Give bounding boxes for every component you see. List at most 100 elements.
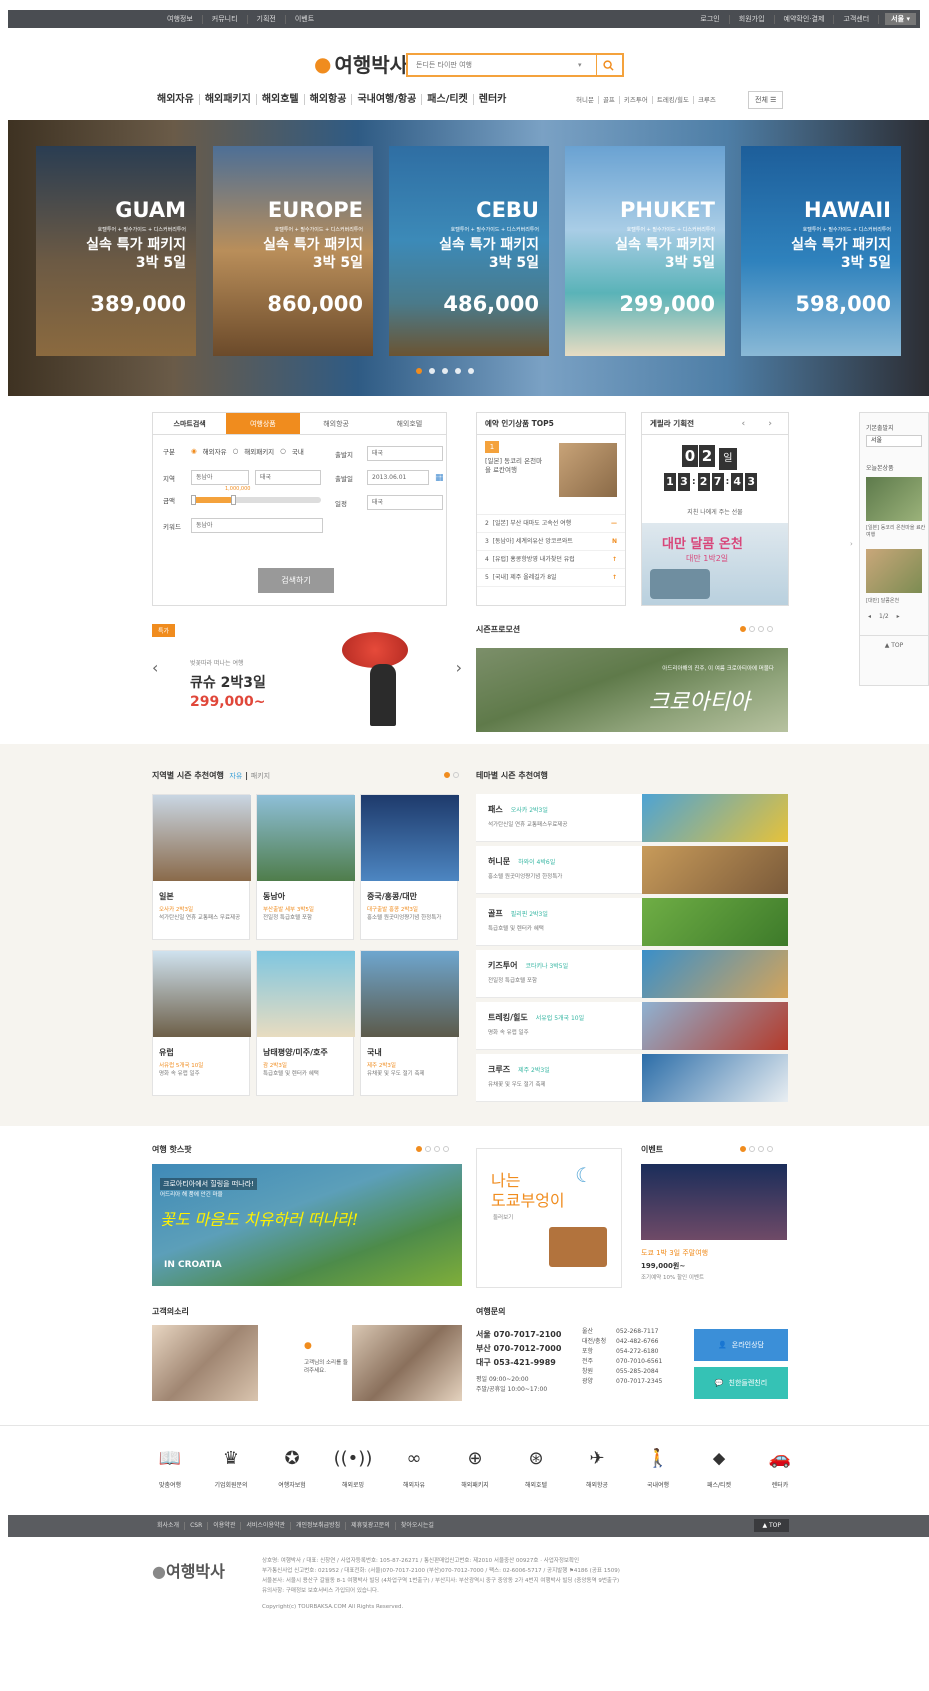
radio-free[interactable]: ◉ [191,447,197,455]
slider-handle[interactable] [191,495,196,505]
nav-item[interactable]: 렌터카 [474,94,512,105]
theme-row[interactable]: 허니문 하와이 4박6일 홍소텔 원곳미엉쨩기념 한정특가 [476,846,788,894]
footer-link[interactable]: 개인정보취급방침 [291,1522,347,1530]
customer-voice[interactable]: ● 고객님의 소리를 들려주세요. [152,1325,462,1401]
pager-dot[interactable] [740,1146,746,1152]
list-item[interactable]: 5 [국내] 제주 올레길가 8일 ↑ [477,569,625,587]
login-link[interactable]: 로그인 [691,14,730,24]
pager-dot[interactable] [749,626,755,632]
calendar-icon[interactable]: ▦ [435,473,444,483]
subnav-item[interactable]: 허니문 [572,96,599,104]
top-button[interactable]: ▲ TOP [860,635,928,649]
guerrilla-promo-image[interactable]: 대만 달콤 온천 대만 1박2일 [642,523,788,605]
tab-free[interactable]: 자유 [229,772,242,780]
top-link[interactable]: 이벤트 [286,15,323,24]
recent-thumb[interactable] [866,549,922,593]
search-option-dropdown[interactable]: ▾ [578,61,596,69]
theme-row[interactable]: 키즈투어 코타키나 3박5일 전일정 특급호텔 포함 [476,950,788,998]
theme-row[interactable]: 크루즈 제주 2박3일 유채꽃 및 우도 절기 축제 [476,1054,788,1102]
quick-menu-item[interactable]: ♛ 기업회원문의 [201,1448,261,1489]
quick-menu-item[interactable]: ✪ 여행자보험 [262,1448,322,1489]
pager-dot[interactable] [453,772,459,778]
event-name[interactable]: 도쿄 1박 3일 주말여행 [641,1248,708,1258]
pager-dot[interactable] [434,1146,440,1152]
signup-link[interactable]: 회원가입 [730,14,775,24]
subnav-item[interactable]: 골프 [599,96,620,104]
pager-dot[interactable] [740,626,746,632]
search-input[interactable] [408,61,578,69]
pager-dot[interactable] [758,1146,764,1152]
prev-icon[interactable]: ◂ [868,613,871,620]
hero-card-cebu[interactable]: CEBU 호텔투어 + 필수가이드 + 디스커버리투어 실속 특가 패키지 3박… [389,146,549,356]
tab-hotels[interactable]: 해외호텔 [373,413,446,434]
pager-dot[interactable] [749,1146,755,1152]
region-card[interactable]: 유럽 서유럽 5개국 10일 명화 속 유럽 일주 [152,950,251,1096]
footer-link[interactable]: 이용약관 [208,1522,242,1530]
hero-card-hawaii[interactable]: HAWAII 호텔투어 + 필수가이드 + 디스커버리투어 실속 특가 패키지 … [741,146,901,356]
prev-next-arrows[interactable]: ‹ › [741,413,782,435]
site-logo[interactable]: ● 여행박사 [314,49,408,78]
quick-menu-item[interactable]: ⬥ 패스/티켓 [689,1448,749,1489]
tab-travel-products[interactable]: 여행상품 [226,413,300,434]
footer-link[interactable]: 회사소개 [152,1522,186,1530]
list-item[interactable]: 4 [유럽] 홍콩항방영 내가찾던 유럽 ↑ [477,551,625,569]
hero-card-phuket[interactable]: PHUKET 호텔투어 + 필수가이드 + 디스커버리투어 실속 특가 패키지 … [565,146,725,356]
all-menu-button[interactable]: 전체 ☰ [748,91,784,109]
pager-dot[interactable] [443,1146,449,1152]
tokyo-owl-banner[interactable]: 나는 도쿄부엉이 둘러보기 ☾ [476,1148,622,1288]
pager-dot[interactable] [758,626,764,632]
nav-item[interactable]: 해외호텔 [257,94,305,105]
chat-consult-button[interactable]: 💬 친한들렌친리 [694,1367,788,1399]
region-select[interactable]: 서울 ▾ [885,13,916,25]
pager-dot[interactable] [425,1146,431,1152]
region-card[interactable]: 일본 오사카 2박3일 석가탄신일 연휴 교통패스 무료제공 [152,794,251,940]
footer-link[interactable]: 서비스이용약관 [241,1522,291,1530]
schedule-select[interactable]: 태국 [367,495,443,510]
top-link[interactable]: 여행정보 [158,14,203,24]
slider-handle[interactable] [231,495,236,505]
region-card[interactable]: 동남아 부산출발 세부 3박5일 전일정 특급호텔 포함 [256,794,355,940]
season-promo-banner[interactable]: 아드리아해의 진주, 이 여름 크로아티아에 머물다 크로아티아 [476,648,788,732]
prev-arrow-icon[interactable]: ‹ [152,658,158,677]
quick-menu-item[interactable]: 🚗 렌터카 [750,1448,810,1489]
pager-dot[interactable] [416,1146,422,1152]
tab-flights[interactable]: 해외항공 [300,413,373,434]
hero-dot[interactable] [416,368,422,374]
search-button[interactable] [596,55,620,75]
pager-dot[interactable] [767,1146,773,1152]
nav-item[interactable]: 패스/티켓 [422,94,474,105]
top5-first-item[interactable]: 1 [일본] 동코리 온천마을 료칸여행 [477,435,625,515]
quick-menu-item[interactable]: ∞ 해외자유 [384,1448,444,1489]
region-card[interactable]: 국내 제주 2박3일 유채꽃 및 우도 절기 축제 [360,950,459,1096]
radio-package[interactable]: ○ [233,447,239,455]
next-arrow-icon[interactable]: › [456,658,462,677]
radio-domestic[interactable]: ○ [280,447,286,455]
hero-dot[interactable] [429,368,435,374]
keyword-input[interactable]: 동남아 [191,518,323,533]
footer-link[interactable]: CSR [185,1522,209,1530]
quick-menu-item[interactable]: ⊛ 해외호텔 [506,1448,566,1489]
footer-link[interactable]: 제휴및광고문의 [346,1522,396,1530]
customer-center-link[interactable]: 고객센터 [834,14,880,24]
base-city-select[interactable]: 서울 [866,435,922,447]
list-item[interactable]: 3 [동남아] 세계의유산 앙코르와트 N [477,533,625,551]
subnav-item[interactable]: 트레킹/힐도 [653,96,694,104]
region-card[interactable]: 남태평양/미주/호주 괌 2박3일 특급호텔 및 렌터카 혜택 [256,950,355,1096]
quick-menu-item[interactable]: ✈ 해외항공 [567,1448,627,1489]
nav-item[interactable]: 해외패키지 [200,94,257,105]
nav-item[interactable]: 국내여행/항공 [352,94,423,105]
quick-menu-item[interactable]: 🚶 국내여행 [628,1448,688,1489]
hero-dot[interactable] [442,368,448,374]
online-consult-button[interactable]: 👤 온라인상담 [694,1329,788,1361]
special-deal[interactable]: 특가 ‹ › 벚꽃따라 떠나는 여행 큐슈 2박3일 299,000~ [152,620,462,740]
pager-dot[interactable] [767,626,773,632]
date-input[interactable]: 2013.06.01 [367,470,429,485]
search-submit-button[interactable]: 검색하기 [258,568,334,593]
subnav-item[interactable]: 키즈투어 [620,96,653,104]
price-slider[interactable]: 1,000,000 [191,486,321,505]
subnav-item[interactable]: 크루즈 [694,96,720,104]
hero-dot[interactable] [455,368,461,374]
reservation-link[interactable]: 예약확인·결제 [775,14,835,24]
top-link[interactable]: 커뮤니티 [203,14,248,24]
departure-select[interactable]: 태국 [367,446,443,461]
